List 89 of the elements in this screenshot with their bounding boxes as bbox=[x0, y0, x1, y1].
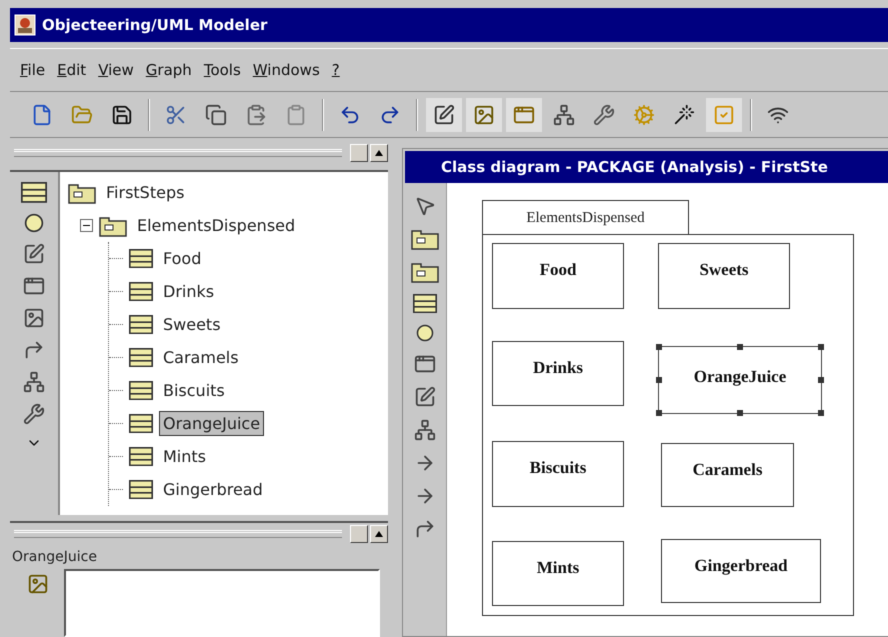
hierarchy-icon[interactable] bbox=[414, 419, 436, 442]
wrench-icon[interactable] bbox=[23, 402, 45, 425]
class-node[interactable]: Food bbox=[492, 243, 624, 309]
package-icon bbox=[410, 228, 438, 250]
class-node[interactable]: OrangeJuice bbox=[658, 346, 822, 414]
restore-button[interactable] bbox=[350, 144, 368, 162]
class-node[interactable]: Mints bbox=[492, 541, 624, 606]
redo-icon bbox=[379, 104, 401, 126]
toolbar-button[interactable] bbox=[466, 98, 502, 132]
circle-icon[interactable] bbox=[416, 324, 434, 342]
pen-icon bbox=[433, 104, 455, 126]
paste-icon bbox=[245, 104, 267, 126]
image-icon bbox=[473, 104, 495, 126]
toolbar-button[interactable] bbox=[426, 98, 462, 132]
class-node[interactable]: Biscuits bbox=[492, 441, 624, 507]
circle-icon[interactable] bbox=[24, 212, 44, 233]
resize-handle[interactable] bbox=[818, 344, 824, 350]
save-icon bbox=[111, 104, 133, 126]
tree-item[interactable]: Caramels bbox=[159, 345, 243, 370]
class-node[interactable]: Sweets bbox=[658, 243, 790, 309]
checkbox-icon bbox=[713, 104, 735, 126]
collapse-toggle[interactable] bbox=[80, 219, 93, 232]
grip-bar[interactable] bbox=[14, 530, 342, 538]
class-icon bbox=[412, 294, 436, 314]
resize-handle[interactable] bbox=[656, 410, 662, 416]
menu-item[interactable]: ? bbox=[332, 61, 340, 79]
hierarchy-icon[interactable] bbox=[23, 370, 45, 393]
app-icon bbox=[14, 14, 36, 36]
maximize-button[interactable] bbox=[370, 144, 388, 162]
class-icon bbox=[129, 480, 153, 500]
gear-icon bbox=[633, 104, 655, 126]
folder-icon bbox=[71, 104, 93, 126]
resize-handle[interactable] bbox=[818, 410, 824, 416]
class-icon bbox=[129, 248, 153, 268]
properties-title: OrangeJuice bbox=[11, 548, 98, 567]
resize-handle[interactable] bbox=[656, 344, 662, 350]
resize-handle[interactable] bbox=[737, 344, 743, 350]
menu-item[interactable]: Graph bbox=[146, 61, 192, 79]
image-icon[interactable] bbox=[27, 573, 49, 595]
class-icon bbox=[129, 314, 153, 334]
tree-item[interactable]: Drinks bbox=[159, 279, 218, 304]
clipboard-icon bbox=[285, 104, 307, 126]
resize-handle[interactable] bbox=[818, 377, 824, 383]
tree-item[interactable]: Gingerbread bbox=[159, 477, 267, 502]
package-icon bbox=[68, 182, 96, 204]
class-node[interactable]: Caramels bbox=[661, 443, 794, 507]
hierarchy-icon bbox=[553, 104, 575, 126]
tree-item[interactable]: ElementsDispensed bbox=[133, 213, 300, 238]
window-title: Objecteering/UML Modeler bbox=[42, 16, 268, 34]
tree-item[interactable]: Sweets bbox=[159, 312, 225, 337]
tree-item[interactable]: OrangeJuice bbox=[159, 411, 264, 436]
wand-icon bbox=[673, 104, 695, 126]
resize-handle[interactable] bbox=[737, 410, 743, 416]
class-node[interactable]: Gingerbread bbox=[661, 539, 821, 603]
class-icon bbox=[129, 446, 153, 466]
tree-item[interactable]: Food bbox=[159, 246, 206, 271]
menu-item[interactable]: Windows bbox=[252, 61, 320, 79]
tree-item[interactable]: FirstSteps bbox=[102, 180, 188, 205]
triangle-up-icon bbox=[375, 150, 383, 156]
resize-handle[interactable] bbox=[656, 377, 662, 383]
maximize-button[interactable] bbox=[370, 525, 388, 543]
tree-item[interactable]: Mints bbox=[159, 444, 210, 469]
class-icon bbox=[21, 182, 47, 203]
image-icon[interactable] bbox=[23, 306, 45, 329]
tree-item[interactable]: Biscuits bbox=[159, 378, 229, 403]
restore-button[interactable] bbox=[350, 525, 368, 543]
cut-icon bbox=[165, 104, 187, 126]
menu-item[interactable]: View bbox=[98, 61, 134, 79]
class-icon bbox=[129, 348, 153, 368]
class-icon bbox=[129, 414, 153, 434]
window-icon[interactable] bbox=[414, 353, 436, 376]
class-icon bbox=[129, 282, 153, 302]
undo-icon bbox=[339, 104, 361, 126]
pen-icon[interactable] bbox=[23, 242, 45, 265]
class-node[interactable]: Drinks bbox=[492, 341, 624, 406]
menu-item[interactable]: Edit bbox=[57, 61, 86, 79]
triangle-up-icon bbox=[375, 531, 383, 537]
copy-icon bbox=[205, 104, 227, 126]
document-icon bbox=[31, 104, 53, 126]
corner-arrow-icon[interactable] bbox=[23, 338, 45, 361]
pen-icon[interactable] bbox=[414, 386, 436, 408]
menu-item[interactable]: File bbox=[20, 61, 46, 79]
class-icon bbox=[129, 380, 153, 400]
menu-item[interactable]: Tools bbox=[204, 61, 241, 79]
diagram-title: Class diagram - PACKAGE (Analysis) - FirstSte bbox=[441, 158, 828, 176]
wrench-icon bbox=[593, 104, 615, 126]
package-icon bbox=[99, 214, 127, 236]
grip-bar[interactable] bbox=[14, 149, 342, 157]
package-icon bbox=[410, 261, 438, 283]
